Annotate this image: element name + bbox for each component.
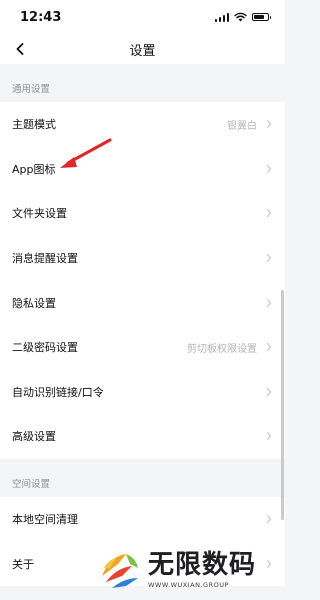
chevron-right-icon — [266, 387, 272, 396]
section-header-space: 空间设置 — [12, 478, 51, 490]
setting-row-privacy[interactable]: 隐私设置 — [0, 280, 285, 325]
setting-label: 关于 — [12, 557, 34, 571]
setting-row-advanced[interactable]: 高级设置 — [0, 414, 285, 459]
battery-icon — [252, 13, 271, 21]
section-header-general: 通用设置 — [12, 84, 51, 95]
status-time: 12:43 — [20, 9, 62, 25]
setting-label: 高级设置 — [12, 430, 56, 444]
chevron-left-icon — [16, 43, 24, 55]
page-title: 设置 — [129, 43, 156, 59]
status-icons — [214, 12, 271, 22]
setting-row-app-icon[interactable]: App图标 — [0, 147, 285, 192]
chevron-right-icon — [266, 164, 272, 173]
chevron-right-icon — [266, 343, 272, 352]
setting-row-secondary-password[interactable]: 二级密码设置 剪切板权限设置 — [0, 325, 285, 370]
scrollbar[interactable] — [281, 290, 284, 520]
setting-label: 本地空间清理 — [12, 513, 78, 527]
setting-value: 剪切板权限设置 — [187, 343, 257, 355]
setting-row-theme-mode[interactable]: 主题模式 银翼白 — [0, 102, 285, 147]
setting-label: 隐私设置 — [12, 296, 56, 310]
setting-label: 主题模式 — [12, 118, 56, 132]
chevron-right-icon — [266, 432, 272, 441]
setting-label: 自动识别链接/口令 — [12, 385, 104, 399]
back-button[interactable] — [10, 39, 30, 59]
chevron-right-icon — [266, 514, 272, 524]
nav-bar: 设置 — [0, 34, 285, 64]
watermark-logo-icon — [102, 554, 138, 588]
setting-row-notifications[interactable]: 消息提醒设置 — [0, 236, 285, 281]
setting-label: 消息提醒设置 — [12, 252, 78, 266]
setting-value: 银翼白 — [227, 120, 257, 132]
setting-label: 二级密码设置 — [12, 341, 78, 355]
status-bar: 12:43 — [0, 0, 285, 34]
chevron-right-icon — [266, 253, 272, 263]
setting-label: App图标 — [12, 162, 56, 176]
setting-row-folder[interactable]: 文件夹设置 — [0, 191, 285, 236]
watermark-title: 无限数码 — [148, 549, 257, 580]
setting-row-auto-detect-links[interactable]: 自动识别链接/口令 — [0, 370, 285, 415]
cellular-signal-icon — [214, 12, 229, 22]
chevron-right-icon — [266, 120, 272, 129]
wifi-icon — [234, 12, 247, 22]
setting-label: 文件夹设置 — [12, 207, 67, 221]
chevron-right-icon — [266, 209, 272, 218]
watermark-subtitle: WWW.WUXIAN.GROUP — [148, 580, 229, 589]
chevron-right-icon — [266, 298, 272, 307]
setting-row-local-cleanup[interactable]: 本地空间清理 — [0, 497, 285, 542]
settings-list-general: 主题模式 银翼白 App图标 文件夹设置 消息提醒设置 隐私设置 二级密码设置 … — [0, 102, 285, 459]
watermark: 无限数码 WWW.WUXIAN.GROUP — [96, 540, 276, 598]
